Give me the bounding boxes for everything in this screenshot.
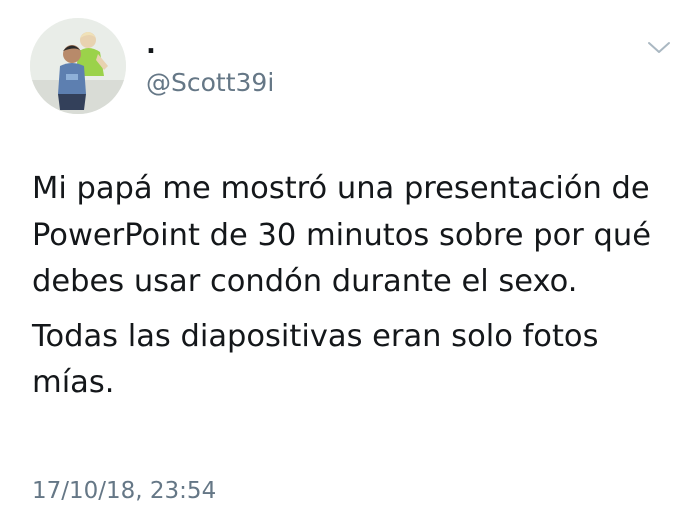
- profile-photo: [30, 18, 126, 114]
- display-name[interactable]: .: [146, 30, 156, 60]
- tweet-paragraph: Todas las diapositivas eran solo fotos m…: [32, 318, 599, 401]
- tweet-text: Mi papá me mostró una presentación de Po…: [32, 166, 682, 407]
- avatar[interactable]: [30, 18, 126, 114]
- tweet-card: . @Scott39i Mi papá me mostró una presen…: [0, 0, 700, 528]
- tweet-timestamp[interactable]: 17/10/18, 23:54: [32, 476, 216, 506]
- tweet-paragraph: Mi papá me mostró una presentación de Po…: [32, 171, 651, 299]
- chevron-down-icon[interactable]: [646, 38, 672, 56]
- user-handle[interactable]: @Scott39i: [146, 67, 274, 99]
